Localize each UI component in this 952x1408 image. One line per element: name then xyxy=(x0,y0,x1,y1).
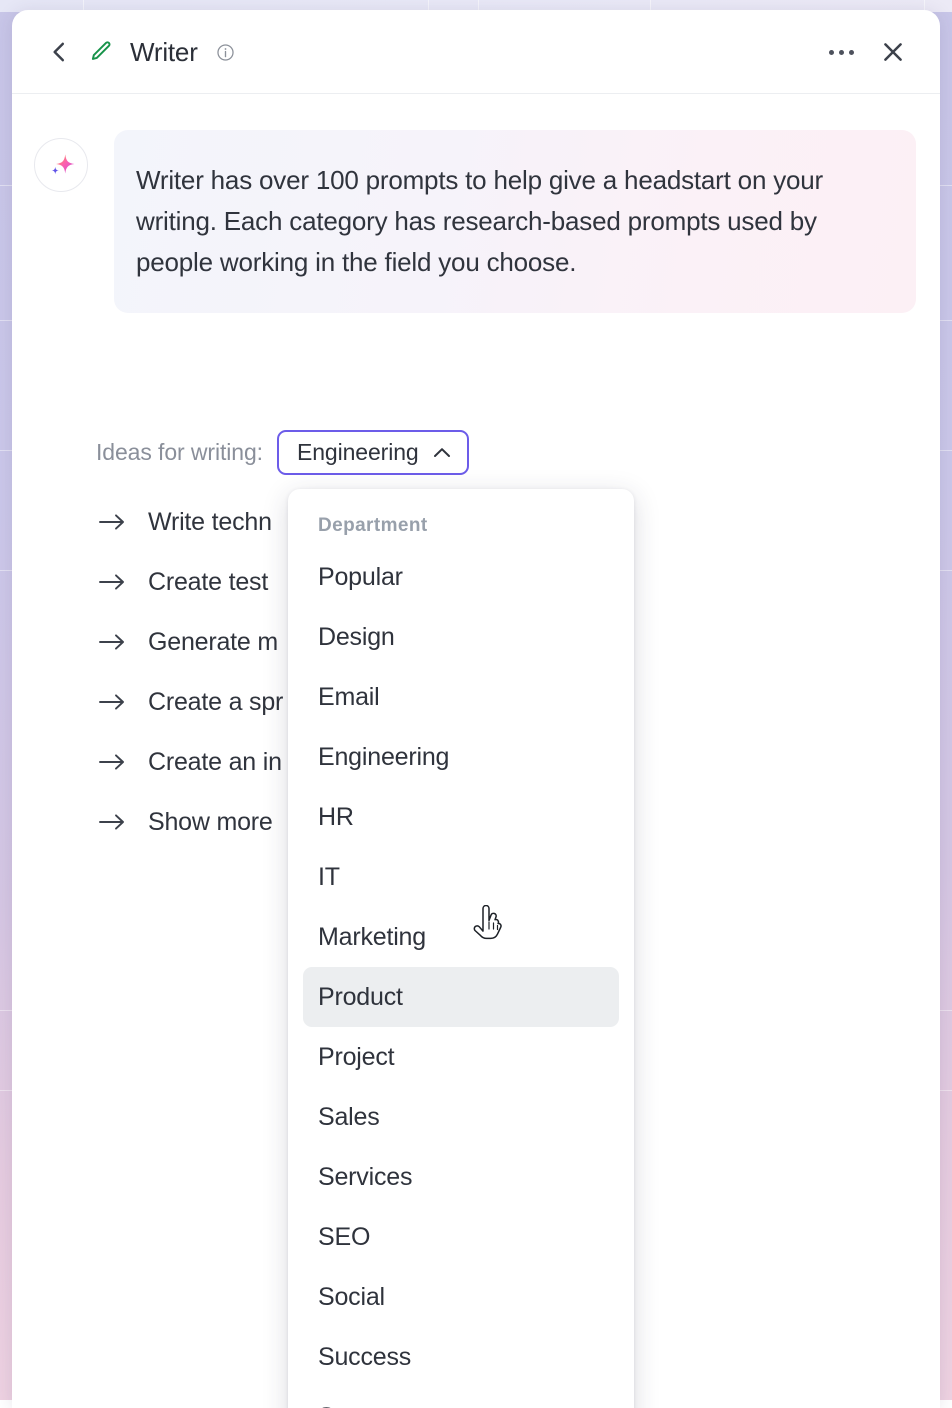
dropdown-option-it[interactable]: IT xyxy=(303,847,619,907)
close-button[interactable] xyxy=(880,39,906,65)
page-title: Writer xyxy=(130,37,198,68)
dropdown-option-seo[interactable]: SEO xyxy=(303,1207,619,1267)
department-dropdown-menu: Department Popular Design Email Engineer… xyxy=(288,489,634,1408)
header-right-group xyxy=(829,10,906,94)
info-banner-text: Writer has over 100 prompts to help give… xyxy=(136,160,880,283)
modal-header: Writer xyxy=(12,10,940,94)
dropdown-option-product[interactable]: Product xyxy=(303,967,619,1027)
ideas-for-writing-row: Ideas for writing: Engineering xyxy=(12,430,940,475)
dot-glyph xyxy=(829,50,834,55)
chevron-left-icon xyxy=(46,39,72,65)
pencil-icon xyxy=(88,39,114,65)
list-item-label: Show more xyxy=(148,808,273,837)
sparkle-badge xyxy=(34,138,88,192)
back-button[interactable] xyxy=(46,39,72,65)
close-icon xyxy=(880,39,906,65)
writer-modal-panel: Writer xyxy=(12,10,940,1408)
chevron-up-icon xyxy=(433,447,451,458)
info-circle-icon[interactable] xyxy=(216,43,235,62)
category-select-button[interactable]: Engineering xyxy=(277,430,469,475)
dropdown-option-popular[interactable]: Popular xyxy=(303,547,619,607)
dropdown-option-success[interactable]: Success xyxy=(303,1327,619,1387)
info-banner: Writer has over 100 prompts to help give… xyxy=(114,130,916,313)
dot-glyph xyxy=(849,50,854,55)
arrow-right-icon xyxy=(98,512,126,532)
list-item-label: Write techn xyxy=(148,508,272,537)
sparkle-icon xyxy=(44,148,78,182)
list-item-label: Create test xyxy=(148,568,268,597)
list-item-label: Create a spr xyxy=(148,688,283,717)
arrow-right-icon xyxy=(98,812,126,832)
dropdown-option-engineering[interactable]: Engineering xyxy=(303,727,619,787)
ideas-for-writing-label: Ideas for writing: xyxy=(96,439,263,466)
list-item-label: Create an in xyxy=(148,748,282,777)
dot-glyph xyxy=(839,50,844,55)
info-banner-row: Writer has over 100 prompts to help give… xyxy=(12,130,940,313)
category-select-value: Engineering xyxy=(297,439,419,466)
dropdown-option-hr[interactable]: HR xyxy=(303,787,619,847)
dropdown-option-support[interactable]: Support xyxy=(303,1387,619,1408)
dropdown-group-label: Department xyxy=(303,505,619,547)
dropdown-option-project[interactable]: Project xyxy=(303,1027,619,1087)
dropdown-option-email[interactable]: Email xyxy=(303,667,619,727)
dropdown-option-social[interactable]: Social xyxy=(303,1267,619,1327)
list-item-label: Generate m xyxy=(148,628,278,657)
dropdown-option-marketing[interactable]: Marketing xyxy=(303,907,619,967)
arrow-right-icon xyxy=(98,632,126,652)
header-left-group: Writer xyxy=(46,10,235,94)
dropdown-option-services[interactable]: Services xyxy=(303,1147,619,1207)
dropdown-option-design[interactable]: Design xyxy=(303,607,619,667)
more-options-button[interactable] xyxy=(829,50,854,55)
dropdown-option-sales[interactable]: Sales xyxy=(303,1087,619,1147)
arrow-right-icon xyxy=(98,752,126,772)
arrow-right-icon xyxy=(98,572,126,592)
arrow-right-icon xyxy=(98,692,126,712)
